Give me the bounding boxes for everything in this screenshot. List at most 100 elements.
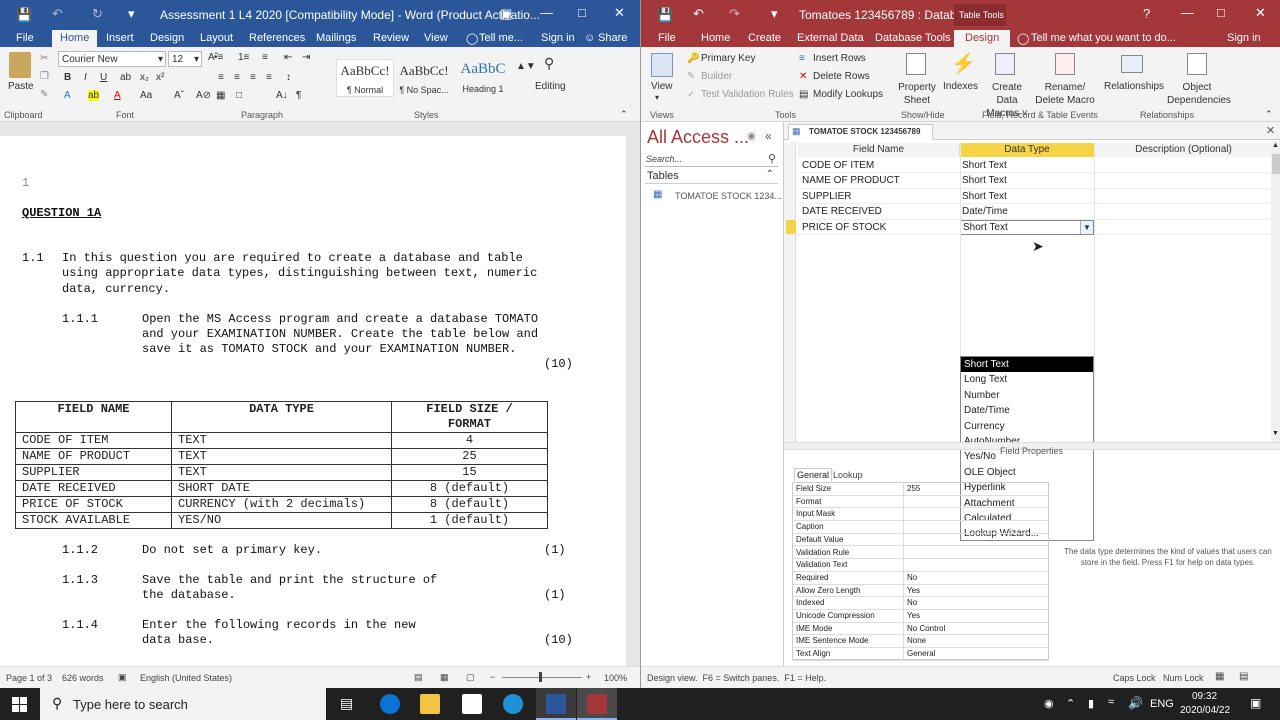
data-type-cell[interactable]: Short Text — [962, 158, 1007, 173]
zoom-level[interactable]: 100% — [604, 673, 627, 683]
nav-section-tables[interactable]: Tables ⌃ — [645, 168, 778, 184]
column-header-description[interactable]: Description (Optional) — [1094, 143, 1272, 157]
edge-icon[interactable] — [380, 694, 400, 714]
fp-row[interactable]: Input Mask — [793, 508, 1049, 522]
tab-mailings[interactable]: Mailings — [316, 31, 356, 45]
search-icon[interactable]: ⚲ — [544, 55, 554, 72]
tab-database-tools[interactable]: Database Tools — [875, 31, 951, 45]
indexes-button[interactable]: Indexes — [943, 81, 978, 92]
sign-in-link[interactable]: Sign in — [541, 31, 575, 45]
maximize-button[interactable]: □ — [578, 5, 586, 20]
tab-review[interactable]: Review — [373, 31, 409, 45]
fp-row[interactable]: Text Align General — [793, 648, 1049, 661]
minimize-button[interactable]: — — [540, 5, 553, 20]
tab-insert[interactable]: Insert — [106, 31, 134, 45]
file-explorer-icon[interactable] — [420, 694, 440, 714]
tab-home[interactable]: Home — [701, 31, 730, 45]
italic-icon[interactable]: I — [84, 72, 87, 83]
zoom-slider[interactable] — [502, 677, 582, 678]
change-case-icon[interactable]: Aa — [140, 90, 152, 101]
save-icon[interactable]: 💾 — [16, 7, 32, 23]
volume-icon[interactable]: 🔊 — [1128, 696, 1143, 710]
ribbon-display-icon[interactable]: ▣ — [500, 6, 512, 22]
dropdown-option[interactable]: Date/Time — [961, 403, 1093, 418]
print-layout-icon[interactable]: ▦ — [440, 672, 449, 683]
test-validation-button[interactable]: Test Validation Rules — [701, 89, 794, 100]
view-button[interactable]: View — [651, 81, 673, 92]
line-spacing-icon[interactable]: ↕ — [286, 72, 291, 83]
multilevel-list-icon[interactable]: ≡ — [262, 52, 268, 63]
notifications-icon[interactable]: ▣ — [1250, 696, 1261, 710]
wifi-icon[interactable]: ≈ — [1108, 696, 1114, 708]
customize-qat-icon[interactable]: ▾ — [128, 6, 135, 22]
tab-create[interactable]: Create — [748, 31, 781, 45]
underline-icon[interactable]: U — [100, 72, 107, 83]
decrease-indent-icon[interactable]: ⇤ — [284, 52, 292, 63]
field-row[interactable]: SUPPLIER Short Text — [798, 189, 1272, 205]
dropdown-option[interactable]: Short Text — [961, 357, 1093, 373]
builder-button[interactable]: Builder — [701, 71, 732, 82]
fp-row[interactable]: Allow Zero Length Yes — [793, 585, 1049, 598]
strikethrough-icon[interactable]: ab — [120, 72, 131, 83]
sort-icon[interactable]: A↓ — [276, 90, 288, 101]
text-effects-icon[interactable]: A — [64, 90, 71, 101]
fp-row[interactable]: Format — [793, 496, 1049, 509]
subscript-icon[interactable]: x₂ — [140, 72, 149, 83]
bullets-icon[interactable]: •≡ — [214, 52, 223, 63]
help-icon[interactable]: ? — [1143, 6, 1150, 21]
web-layout-icon[interactable]: ▢ — [466, 672, 475, 683]
design-view-status-icon[interactable]: ▤ — [1239, 671, 1248, 682]
fp-row[interactable]: Validation Text — [793, 559, 1049, 572]
style-normal[interactable]: AaBbCc! ¶ Normal — [336, 59, 394, 97]
save-icon[interactable]: 💾 — [657, 7, 673, 23]
superscript-icon[interactable]: x² — [156, 72, 164, 83]
fp-value[interactable]: No — [907, 572, 917, 584]
styles-scroll-icon[interactable]: ▲▼ — [516, 61, 536, 72]
modify-lookups-button[interactable]: Modify Lookups — [813, 89, 883, 100]
fp-value[interactable]: 255 — [907, 483, 920, 495]
show-hidden-icons[interactable]: ⌃ — [1066, 697, 1075, 710]
fp-tab-lookup[interactable]: Lookup — [831, 469, 865, 481]
share-button[interactable]: Share — [598, 31, 627, 45]
format-painter-icon[interactable]: ✎ — [40, 89, 48, 100]
column-header-data-type[interactable]: Data Type — [960, 143, 1094, 157]
field-name-cell[interactable]: SUPPLIER — [802, 189, 851, 204]
tab-design[interactable]: Design — [150, 31, 184, 45]
minimize-button[interactable]: — — [1181, 5, 1194, 20]
tell-me-field[interactable]: Tell me... — [479, 31, 523, 45]
redo-icon[interactable]: ↻ — [92, 6, 103, 22]
increase-indent-icon[interactable]: ⇥ — [302, 52, 310, 63]
fp-value[interactable]: No — [907, 597, 917, 609]
relationships-button[interactable]: Relationships — [1104, 81, 1164, 92]
fp-row[interactable]: Default Value — [793, 534, 1049, 547]
internet-explorer-icon[interactable] — [503, 694, 523, 714]
dropdown-option[interactable]: Number — [961, 388, 1093, 403]
sign-in-link[interactable]: Sign in — [1227, 31, 1261, 45]
close-object-icon[interactable]: ✕ — [1266, 124, 1275, 137]
dropdown-option[interactable]: OLE Object — [961, 465, 1093, 480]
show-marks-icon[interactable]: ¶ — [296, 90, 301, 101]
field-row[interactable]: NAME OF PRODUCT Short Text — [798, 173, 1272, 189]
scrollbar-thumb[interactable] — [1272, 154, 1280, 174]
field-row[interactable]: CODE OF ITEM Short Text — [798, 158, 1272, 174]
column-header-field-name[interactable]: Field Name — [798, 143, 960, 157]
customize-qat-icon[interactable]: ▾ — [771, 6, 778, 22]
nav-item-table[interactable]: ▦ TOMATOE STOCK 1234... — [645, 188, 782, 204]
tab-external-data[interactable]: External Data — [797, 31, 864, 45]
copy-icon[interactable]: ❐ — [40, 71, 49, 82]
primary-key-button[interactable]: Primary Key — [701, 53, 755, 64]
fp-row[interactable]: Required No — [793, 572, 1049, 585]
datasheet-view-status-icon[interactable]: ▦ — [1215, 671, 1224, 682]
bold-icon[interactable]: B — [64, 72, 71, 83]
shading-icon[interactable]: ▦ — [216, 90, 225, 101]
grid-scrollbar[interactable]: ▲ ▼ — [1271, 142, 1280, 442]
data-type-cell[interactable]: Short Text — [962, 173, 1007, 188]
style-no-spacing[interactable]: AaBbCc! ¶ No Spac... — [395, 59, 453, 97]
clock-time[interactable]: 09:32 — [1192, 691, 1217, 702]
collapse-ribbon-icon[interactable]: ⌃ — [620, 109, 628, 120]
close-button[interactable]: ✕ — [1255, 5, 1266, 21]
clear-format-icon[interactable]: A⊘ — [196, 90, 211, 101]
font-name-select[interactable]: Courier New ▾ — [58, 51, 166, 67]
delete-rows-button[interactable]: Delete Rows — [813, 71, 870, 82]
nav-search-input[interactable]: Search... ⚲ — [645, 152, 778, 167]
